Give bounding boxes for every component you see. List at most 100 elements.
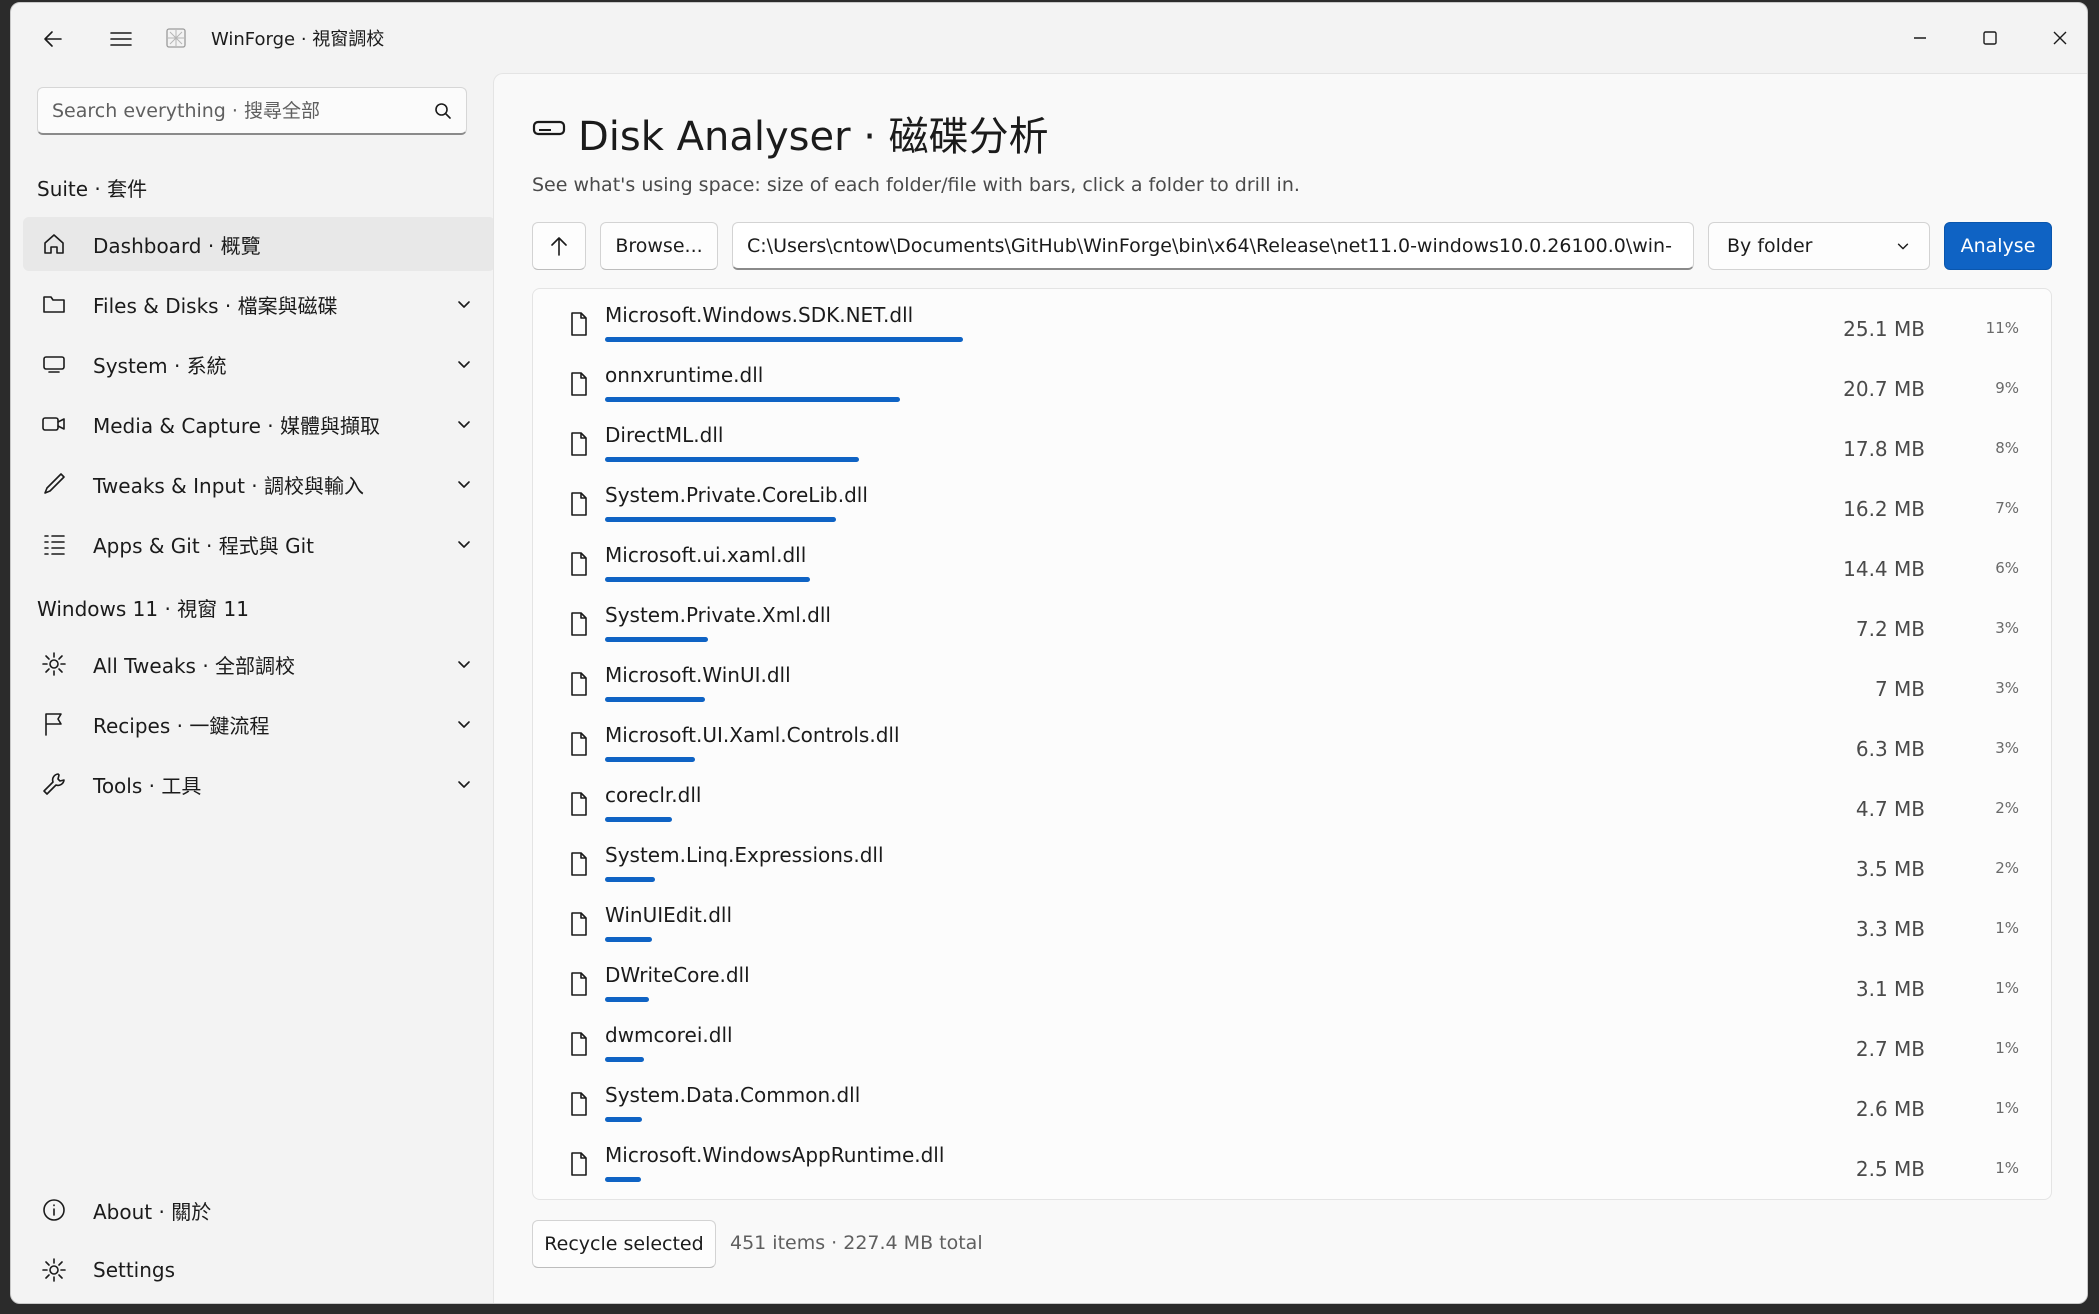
status-text: 451 items · 227.4 MB total — [730, 1232, 983, 1254]
arrow-left-icon — [44, 31, 62, 47]
close-button[interactable] — [2025, 3, 2087, 73]
sidebar: Suite · 套件 Dashboard · 概覽 Files & Disks … — [11, 73, 497, 1303]
table-row[interactable]: System.Private.CoreLib.dll 16.2 MB 7% — [533, 475, 2051, 535]
table-row[interactable]: Microsoft.ui.xaml.dll 14.4 MB 6% — [533, 535, 2051, 595]
file-size: 7 MB — [1874, 677, 1925, 701]
sidebar-item-media-capture[interactable]: Media & Capture · 媒體與擷取 — [23, 397, 495, 451]
file-name: dwmcorei.dll — [605, 1023, 733, 1047]
table-row[interactable]: Microsoft.WindowsAppRuntime.dll 2.5 MB 1% — [533, 1135, 2051, 1195]
chevron-down-icon[interactable] — [455, 475, 473, 493]
app-title: WinForge · 視窗調校 — [211, 29, 385, 50]
sidebar-item-label: Settings — [93, 1258, 176, 1282]
browse-button[interactable]: Browse... — [600, 222, 718, 270]
main-content: Disk Analyser · 磁碟分析 See what's using sp… — [493, 73, 2087, 1303]
sidebar-item-label: Recipes · 一鍵流程 — [93, 713, 270, 738]
file-size: 3.1 MB — [1855, 977, 1925, 1001]
chevron-down-icon[interactable] — [455, 655, 473, 673]
table-row[interactable]: Microsoft.WinUI.dll 7 MB 3% — [533, 655, 2051, 715]
file-name: Microsoft.WindowsAppRuntime.dll — [605, 1143, 945, 1167]
page-title: Disk Analyser · 磁碟分析 — [578, 114, 1049, 160]
chevron-down-icon[interactable] — [455, 355, 473, 373]
sidebar-item-tweaks-input[interactable]: Tweaks & Input · 調校與輸入 — [23, 457, 495, 511]
file-icon — [571, 552, 587, 576]
table-row[interactable]: Microsoft.Windows.SDK.NET.dll 25.1 MB 11% — [533, 295, 2051, 355]
file-size: 25.1 MB — [1843, 317, 1925, 341]
sidebar-item-recipes[interactable]: Recipes · 一鍵流程 — [23, 697, 495, 751]
group-mode-select[interactable]: By folder — [1708, 222, 1930, 270]
file-name: DirectML.dll — [605, 423, 724, 447]
table-row[interactable]: WinUIEdit.dll 3.3 MB 1% — [533, 895, 2051, 955]
table-row[interactable]: Microsoft.UI.Xaml.Controls.dll 6.3 MB 3% — [533, 715, 2051, 775]
table-row[interactable]: System.Data.Common.dll 2.6 MB 1% — [533, 1075, 2051, 1135]
file-name: System.Private.CoreLib.dll — [605, 483, 868, 507]
chevron-down-icon[interactable] — [455, 295, 473, 313]
table-row[interactable]: System.Linq.Expressions.dll 3.5 MB 2% — [533, 835, 2051, 895]
sidebar-item-about[interactable]: About · 關於 — [23, 1183, 495, 1237]
size-bar — [605, 697, 705, 702]
size-bar — [605, 517, 836, 522]
file-percent: 3% — [1995, 679, 2019, 697]
file-icon — [571, 1152, 587, 1176]
sidebar-item-dashboard[interactable]: Dashboard · 概覽 — [23, 217, 495, 271]
info-icon — [43, 1199, 65, 1221]
table-row[interactable]: dwmcorei.dll 2.7 MB 1% — [533, 1015, 2051, 1075]
search-input[interactable] — [52, 99, 412, 122]
menu-button[interactable] — [101, 21, 141, 57]
file-percent: 1% — [1995, 979, 2019, 997]
file-name: Microsoft.WinUI.dll — [605, 663, 791, 687]
file-size: 3.5 MB — [1855, 857, 1925, 881]
size-bar — [605, 1117, 642, 1122]
recycle-selected-button[interactable]: Recycle selected — [532, 1220, 716, 1268]
file-icon — [571, 1092, 587, 1116]
table-row[interactable]: DWriteCore.dll 3.1 MB 1% — [533, 955, 2051, 1015]
chevron-down-icon[interactable] — [455, 535, 473, 553]
path-input[interactable]: C:\Users\cntow\Documents\GitHub\WinForge… — [732, 222, 1694, 270]
sidebar-item-apps-git[interactable]: Apps & Git · 程式與 Git — [23, 517, 495, 571]
search-icon[interactable] — [434, 102, 452, 120]
file-percent: 3% — [1995, 619, 2019, 637]
file-size: 2.6 MB — [1855, 1097, 1925, 1121]
file-name: WinUIEdit.dll — [605, 903, 733, 927]
file-percent: 6% — [1995, 559, 2019, 577]
file-name: Microsoft.Windows.SDK.NET.dll — [605, 303, 914, 327]
table-row[interactable]: coreclr.dll 4.7 MB 2% — [533, 775, 2051, 835]
sidebar-item-files-disks[interactable]: Files & Disks · 檔案與磁碟 — [23, 277, 495, 331]
wrench-icon — [43, 773, 65, 795]
file-size: 7.2 MB — [1855, 617, 1925, 641]
table-row[interactable]: onnxruntime.dll 20.7 MB 9% — [533, 355, 2051, 415]
file-icon — [571, 732, 587, 756]
maximize-button[interactable] — [1955, 3, 2025, 73]
app-logo-icon — [166, 28, 186, 48]
file-list[interactable]: Microsoft.Windows.SDK.NET.dll 25.1 MB 11% o… — [532, 288, 2052, 1200]
size-bar — [605, 1177, 641, 1182]
table-row[interactable]: System.Private.Xml.dll 7.2 MB 3% — [533, 595, 2051, 655]
table-row[interactable]: DirectML.dll 17.8 MB 8% — [533, 415, 2051, 475]
back-button[interactable] — [33, 21, 73, 57]
toolbar: Browse... C:\Users\cntow\Documents\GitHu… — [532, 222, 2052, 270]
sidebar-item-label: About · 關於 — [93, 1199, 212, 1224]
file-icon — [571, 492, 587, 516]
maximize-icon — [1983, 31, 1997, 45]
sidebar-item-tools[interactable]: Tools · 工具 — [23, 757, 495, 811]
section-header-windows: Windows 11 · 視窗 11 — [37, 597, 249, 621]
sidebar-item-system[interactable]: System · 系統 — [23, 337, 495, 391]
sidebar-item-all-tweaks[interactable]: All Tweaks · 全部調校 — [23, 637, 495, 691]
minimize-button[interactable] — [1885, 3, 1955, 73]
sidebar-item-settings[interactable]: Settings — [23, 1243, 495, 1297]
chevron-down-icon[interactable] — [455, 775, 473, 793]
file-percent: 1% — [1995, 1099, 2019, 1117]
up-folder-button[interactable] — [532, 222, 586, 270]
gear-icon — [42, 1258, 66, 1282]
file-name: Microsoft.ui.xaml.dll — [605, 543, 807, 567]
file-percent: 8% — [1995, 439, 2019, 457]
file-icon — [571, 792, 587, 816]
file-icon — [571, 852, 587, 876]
sidebar-item-label: Tweaks & Input · 調校與輸入 — [93, 473, 364, 498]
page-description: See what's using space: size of each fol… — [532, 174, 1300, 196]
camera-icon — [42, 417, 65, 431]
analyse-button[interactable]: Analyse — [1944, 222, 2052, 270]
search-box[interactable] — [37, 87, 467, 135]
chevron-down-icon[interactable] — [455, 415, 473, 433]
chevron-down-icon[interactable] — [455, 715, 473, 733]
file-percent: 7% — [1995, 499, 2019, 517]
